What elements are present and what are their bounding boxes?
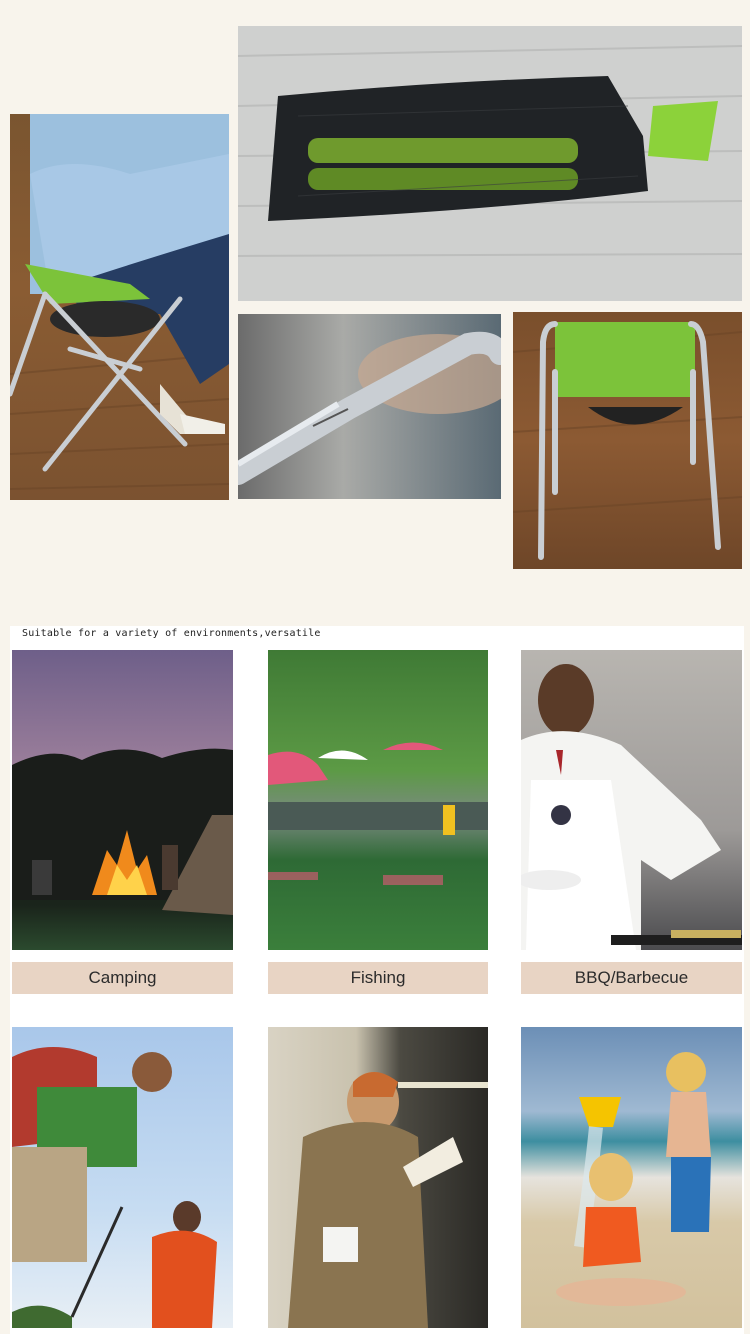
photo-fishing xyxy=(268,650,488,950)
photo-frame-tube-closeup xyxy=(238,314,501,499)
label-camping: Camping xyxy=(12,962,233,994)
photo-camping xyxy=(12,650,233,950)
photo-beach xyxy=(521,1027,742,1328)
photo-hiking xyxy=(12,1027,233,1328)
photo-reading xyxy=(268,1027,488,1328)
photo-mesh-carry-bag xyxy=(238,26,742,301)
photo-bbq xyxy=(521,650,742,950)
label-fishing: Fishing xyxy=(268,962,488,994)
photo-folding-stool xyxy=(513,312,742,569)
photo-person-sitting-on-stool xyxy=(10,114,229,500)
tagline: Suitable for a variety of environments,v… xyxy=(22,628,321,639)
label-bbq: BBQ/Barbecue xyxy=(521,962,742,994)
